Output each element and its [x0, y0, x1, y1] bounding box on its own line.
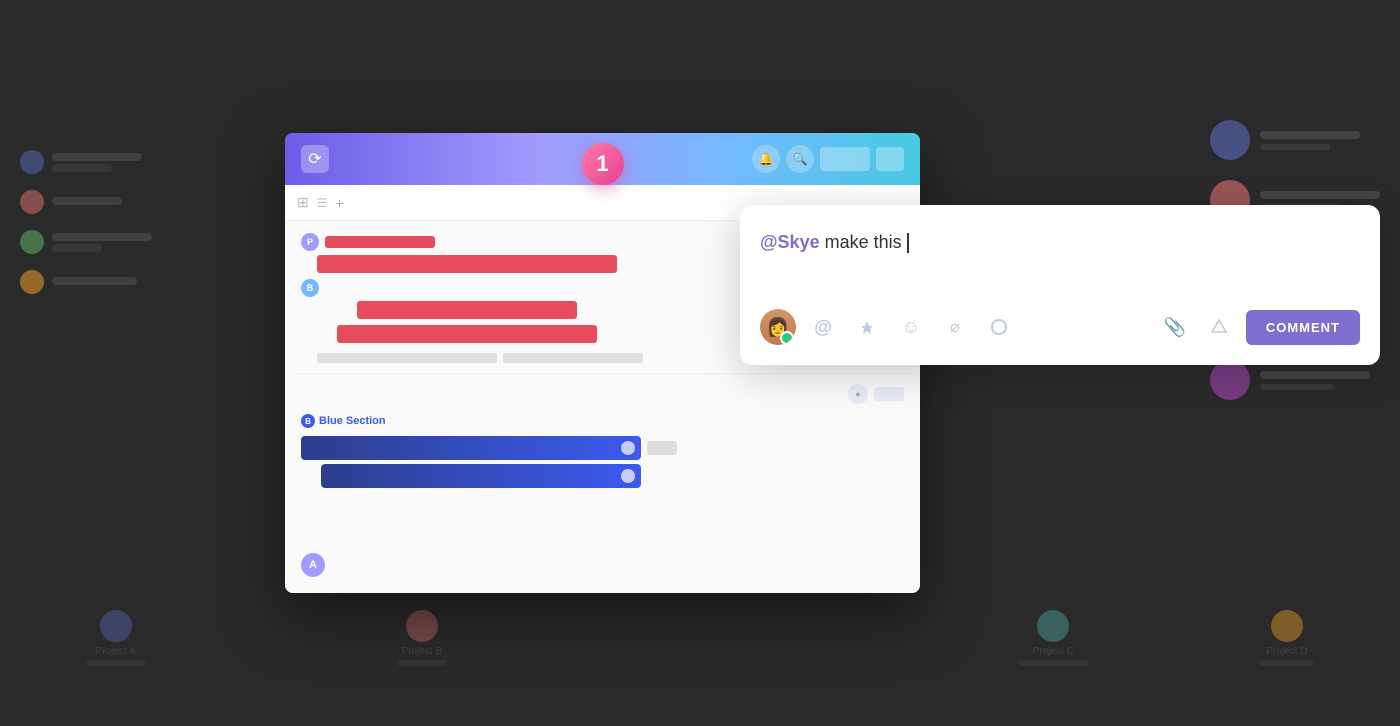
commenter-avatar: 👩 — [760, 309, 796, 345]
app-logo[interactable]: ⟳ — [301, 145, 329, 173]
blue-section-header: B Blue Section — [293, 414, 912, 428]
comment-submit-button[interactable]: COMMENT — [1246, 310, 1360, 345]
bg-left-decoration — [20, 150, 152, 310]
app-header: ⟳ 1 🔔 🔍 — [285, 133, 920, 185]
mention-button[interactable]: @ — [806, 310, 840, 344]
add-task-icon[interactable]: + — [336, 195, 344, 211]
red-bar-short — [325, 236, 435, 248]
circle-button[interactable] — [982, 310, 1016, 344]
blue-task-row-1 — [293, 436, 912, 460]
blue-task-row-2 — [293, 464, 912, 488]
mention-text: @Skye — [760, 232, 820, 252]
comment-body-text: make this — [820, 232, 907, 252]
bell-icon[interactable]: 🔔 — [752, 145, 780, 173]
clickup-button[interactable] — [850, 310, 884, 344]
blue-bar-2 — [321, 464, 641, 488]
bg-bottom-decoration: Project A Project B Project C Project D — [0, 610, 1400, 666]
logo-icon: ⟳ — [308, 149, 321, 169]
section-divider — [293, 373, 912, 374]
header-rect-1[interactable] — [820, 147, 870, 171]
drive-button[interactable] — [1202, 310, 1236, 344]
red-bar-medium — [357, 301, 577, 319]
header-rect-2[interactable] — [876, 147, 904, 171]
list-view-icon[interactable]: ☰ — [317, 196, 328, 210]
blue-bullet: B — [301, 279, 319, 297]
comment-popup: @Skye make this 👩 @ ☺ ⌀ 📎 — [740, 205, 1380, 365]
grid-view-icon[interactable]: ⊞ — [297, 194, 309, 211]
notification-badge: 1 — [582, 143, 624, 185]
attach-button[interactable]: 📎 — [1158, 310, 1192, 344]
controls-row: ● — [293, 384, 912, 404]
comment-toolbar: 👩 @ ☺ ⌀ 📎 COMMENT — [760, 309, 1360, 345]
gray-line-1 — [317, 353, 497, 363]
blue-bar-1 — [301, 436, 641, 460]
purple-bullet: P — [301, 233, 319, 251]
comment-text-area: @Skye make this — [760, 229, 1360, 289]
red-bar-long-1 — [317, 255, 617, 273]
bottom-avatar: A — [301, 553, 325, 577]
gray-line-2 — [503, 353, 643, 363]
red-bar-med2 — [337, 325, 597, 343]
text-cursor — [907, 233, 909, 253]
header-icons: 🔔 🔍 — [752, 145, 904, 173]
search-icon[interactable]: 🔍 — [786, 145, 814, 173]
emoji-button[interactable]: ☺ — [894, 310, 928, 344]
slash-button[interactable]: ⌀ — [938, 310, 972, 344]
